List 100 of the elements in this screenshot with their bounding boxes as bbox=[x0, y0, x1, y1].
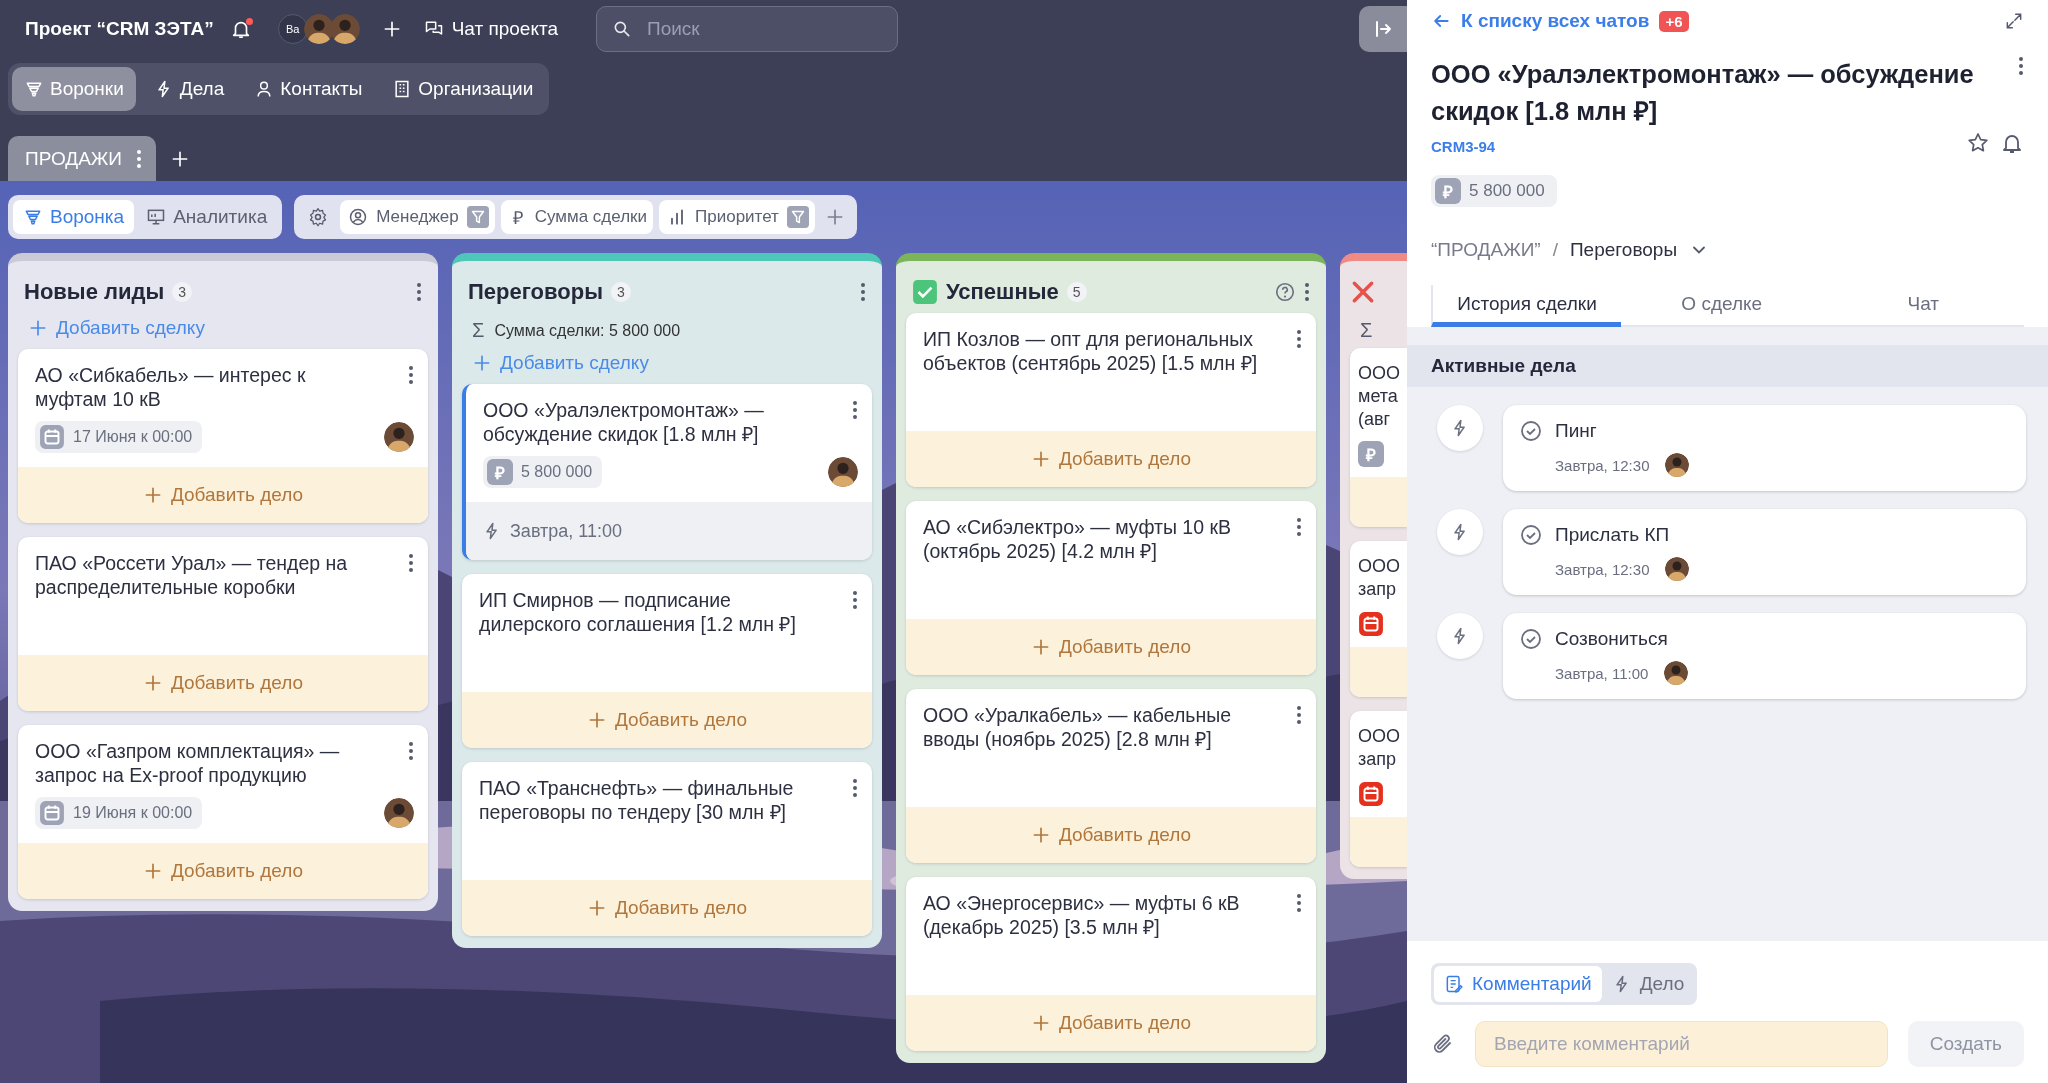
deal-card[interactable]: АО «Сибэлектро» — муфты 10 кВ (октябрь 2025) [4.2 млн ₽] Добавить дело bbox=[906, 501, 1316, 675]
deal-card[interactable]: ООО «Уралэлектромонтаж» — обсуждение скидок [1.8 млн ₽] ₽ 5 800 000 Завтра, 11:00 bbox=[462, 384, 872, 560]
more-icon[interactable] bbox=[2018, 56, 2024, 76]
card-footer bbox=[1350, 647, 1407, 697]
nav-tab[interactable]: Организации bbox=[380, 67, 546, 111]
add-task-button[interactable]: Добавить дело bbox=[462, 692, 872, 748]
card-title: ИП Козлов — опт для региональных объектов (сентябрь 2025) [1.5 млн ₽] bbox=[923, 327, 1259, 375]
filter-chip[interactable]: ₽ Сумма сделки bbox=[500, 200, 653, 234]
help-icon[interactable] bbox=[1274, 281, 1296, 303]
calendar-icon bbox=[1358, 781, 1384, 807]
task-card[interactable]: Созвониться Завтра, 11:00 bbox=[1503, 613, 2026, 699]
calendar-icon bbox=[39, 800, 65, 826]
card-title: ПАО «Россети Урал» — тендер на распределительные коробки bbox=[35, 551, 349, 599]
deal-card[interactable]: ООО запр bbox=[1350, 541, 1407, 697]
more-icon[interactable] bbox=[408, 741, 414, 761]
search-field[interactable]: Поиск bbox=[596, 6, 898, 52]
check-circle-icon[interactable] bbox=[1519, 627, 1543, 651]
nav-tab[interactable]: Контакты bbox=[242, 67, 375, 111]
checkbox-icon bbox=[912, 279, 938, 305]
unread-badge: +6 bbox=[1659, 10, 1689, 32]
amount-chip: ₽ 5 800 000 bbox=[483, 456, 603, 488]
date-chip: 19 Июня к 00:00 bbox=[35, 797, 203, 829]
deal-code-link[interactable]: CRM3-94 bbox=[1431, 138, 1496, 155]
more-icon[interactable] bbox=[416, 282, 422, 302]
calendar-icon bbox=[1358, 611, 1384, 637]
due-time: Завтра, 12:30 bbox=[1555, 456, 1650, 474]
more-icon[interactable] bbox=[1296, 893, 1302, 913]
nav-tab[interactable]: Дела bbox=[141, 67, 237, 111]
add-task-button[interactable]: Добавить дело bbox=[18, 655, 428, 711]
add-task-button[interactable]: Добавить дело bbox=[462, 880, 872, 936]
person-icon bbox=[348, 207, 369, 227]
view-tab[interactable]: Аналитика bbox=[136, 200, 278, 234]
card-title: АО «Сибкабель» — интерес к муфтам 10 кВ bbox=[35, 363, 307, 411]
more-icon bbox=[136, 148, 142, 169]
deal-card[interactable]: ПАО «Транснефть» — финальные переговоры по тендеру [30 млн ₽] Добавить дело bbox=[462, 762, 872, 936]
deal-card[interactable]: ООО «Газпром комплектация» — запрос на Ex-proof продукцию 19 Июня к 00:00 Добавить дело bbox=[18, 725, 428, 899]
more-icon[interactable] bbox=[852, 400, 858, 420]
card-title: ООО мета (авг bbox=[1358, 362, 1401, 431]
deal-title: ООО «Уралэлектромонтаж» — обсуждение скидок [1.8 млн ₽] bbox=[1431, 59, 1975, 127]
ruble-icon: ₽ bbox=[1435, 178, 1461, 204]
count-badge: 3 bbox=[610, 282, 631, 302]
view-tab[interactable]: Воронка bbox=[13, 200, 135, 234]
deal-card[interactable]: ИП Козлов — опт для региональных объектов (сентябрь 2025) [1.5 млн ₽] Добавить дело bbox=[906, 313, 1316, 487]
deal-card[interactable]: АО «Энергосервис» — муфты 6 кВ (декабрь 2025) [3.5 млн ₽] Добавить дело bbox=[906, 877, 1316, 1051]
deal-card[interactable]: АО «Сибкабель» — интерес к муфтам 10 кВ 17 Июня к 00:00 Добавить дело bbox=[18, 349, 428, 523]
more-icon[interactable] bbox=[1296, 705, 1302, 725]
composer-tab[interactable]: Комментарий bbox=[1434, 966, 1602, 1002]
avatar bbox=[1664, 661, 1689, 685]
filter-chip[interactable]: Менеджер bbox=[340, 200, 495, 234]
add-task-button[interactable]: Добавить дело bbox=[906, 995, 1316, 1051]
deal-card[interactable]: ООО «Уралкабель» — кабельные вводы (ноябрь 2025) [2.8 млн ₽] Добавить дело bbox=[906, 689, 1316, 863]
add-task-button[interactable]: Добавить дело bbox=[18, 843, 428, 899]
deal-card[interactable]: ООО мета (авг ₽ bbox=[1350, 348, 1407, 527]
count-badge: 5 bbox=[1066, 282, 1087, 302]
star-icon[interactable] bbox=[1966, 130, 1990, 155]
card-footer bbox=[1350, 817, 1407, 867]
back-link[interactable]: К списку всех чатов bbox=[1431, 10, 1650, 32]
card-title: ИП Смирнов — подписание дилерского соглашения [1.2 млн ₽] bbox=[479, 588, 797, 636]
more-icon[interactable] bbox=[852, 778, 858, 798]
task-time: Завтра, 11:00 bbox=[510, 520, 623, 542]
add-task-button[interactable]: Добавить дело bbox=[906, 619, 1316, 675]
deal-card[interactable]: ИП Смирнов — подписание дилерского соглашения [1.2 млн ₽] Добавить дело bbox=[462, 574, 872, 748]
task-title: Созвониться bbox=[1555, 628, 1668, 650]
tab[interactable]: О сделке bbox=[1621, 285, 1823, 327]
more-icon[interactable] bbox=[1296, 517, 1302, 537]
deal-card[interactable]: ООО запр bbox=[1350, 711, 1407, 867]
more-icon[interactable] bbox=[1296, 329, 1302, 349]
settings-icon[interactable] bbox=[308, 207, 329, 227]
avatar bbox=[1665, 557, 1690, 581]
task-card[interactable]: Прислать КП Завтра, 12:30 bbox=[1503, 509, 2026, 595]
more-icon[interactable] bbox=[860, 282, 866, 302]
check-circle-icon[interactable] bbox=[1519, 523, 1543, 547]
section-header: Активные дела bbox=[1407, 345, 2048, 387]
date-chip: 17 Июня к 00:00 bbox=[35, 421, 203, 453]
check-circle-icon[interactable] bbox=[1519, 419, 1543, 443]
comment-field[interactable]: Введите комментарий bbox=[1475, 1021, 1888, 1067]
more-icon[interactable] bbox=[1304, 282, 1310, 302]
ruble-icon: ₽ bbox=[487, 459, 513, 485]
collapse-panel-icon[interactable] bbox=[1359, 6, 1407, 52]
filter-chip[interactable]: Приоритет bbox=[659, 200, 815, 234]
more-icon[interactable] bbox=[408, 553, 414, 573]
add-task-button[interactable]: Добавить дело bbox=[906, 807, 1316, 863]
breadcrumb-item[interactable]: “ПРОДАЖИ” bbox=[1431, 239, 1541, 261]
cross-icon bbox=[1350, 279, 1376, 305]
tab[interactable]: Чат bbox=[1822, 285, 2024, 327]
breadcrumb-item[interactable]: Переговоры bbox=[1569, 239, 1678, 261]
project-title: Проект “CRM ЗЭТА” bbox=[25, 18, 214, 40]
ruble-icon: ₽ bbox=[1358, 441, 1384, 467]
task-card[interactable]: Пинг Завтра, 12:30 bbox=[1503, 405, 2026, 491]
amount-chip: ₽ 5 800 000 bbox=[1431, 175, 1557, 207]
search-icon bbox=[612, 19, 632, 39]
deal-card[interactable]: ПАО «Россети Урал» — тендер на распределительные коробки Добавить дело bbox=[18, 537, 428, 711]
composer-tab[interactable]: Дело bbox=[1601, 966, 1695, 1002]
more-icon[interactable] bbox=[852, 590, 858, 610]
more-icon[interactable] bbox=[408, 365, 414, 385]
card-title: ООО «Уралэлектромонтаж» — обсуждение скидок [1.8 млн ₽] bbox=[483, 398, 765, 446]
chat-button[interactable]: Чат проекта bbox=[423, 18, 558, 40]
expand-icon[interactable] bbox=[2004, 11, 2024, 31]
add-task-button[interactable]: Добавить дело bbox=[18, 467, 428, 523]
add-task-button[interactable]: Добавить дело bbox=[906, 431, 1316, 487]
